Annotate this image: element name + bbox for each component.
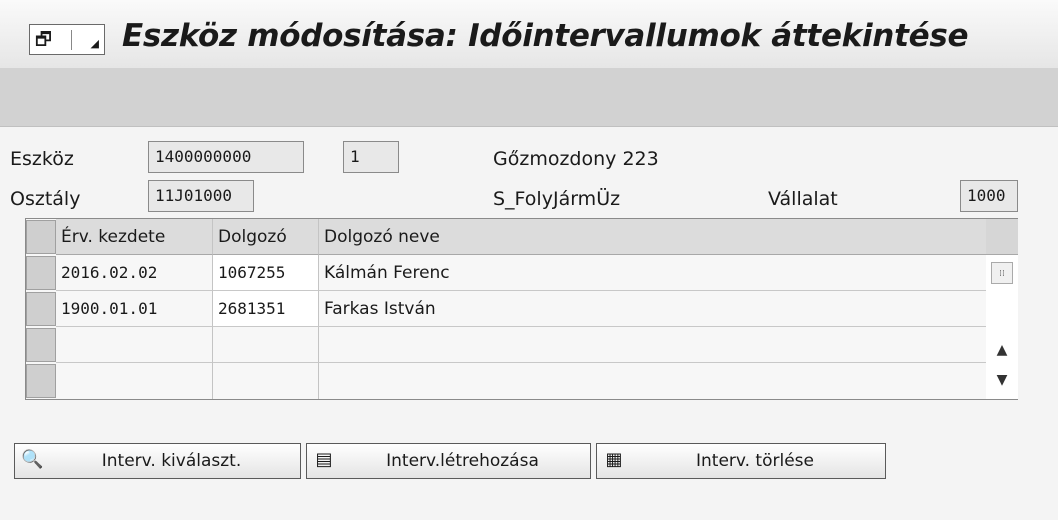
worker-cell (213, 363, 319, 399)
select-interval-label: Interv. kiválaszt. (101, 451, 242, 471)
create-interval-label: Interv.létrehozása (386, 451, 539, 471)
page-title: Eszköz módosítása: Időintervallumok átte… (122, 18, 969, 54)
sap-menu-icon: 🗗 (35, 28, 52, 50)
column-header-worker-name[interactable]: Dolgozó neve (319, 219, 986, 255)
title-bar: 🗗 ◢ Eszköz módosítása: Időintervallumok … (0, 0, 1058, 68)
worker-cell (213, 327, 319, 363)
scroll-up-icon[interactable]: ▲ (986, 339, 1018, 361)
system-menu-button[interactable]: 🗗 ◢ (29, 24, 105, 55)
magnifier-icon: 🔍 (21, 449, 44, 470)
company-code-field[interactable]: 1000 (960, 180, 1018, 212)
row-selector[interactable] (26, 256, 56, 290)
worker-name-cell: Farkas István (319, 291, 986, 327)
worker-name-cell: Kálmán Ferenc (319, 255, 986, 291)
column-header-worker[interactable]: Dolgozó (213, 219, 319, 255)
table-header-row: Érv. kezdete Dolgozó Dolgozó neve (26, 219, 986, 255)
row-selector[interactable] (26, 292, 56, 326)
company-label: Vállalat (768, 188, 838, 210)
worker-name-cell (319, 327, 986, 363)
menu-separator (70, 29, 72, 50)
create-icon: ▤ (315, 449, 333, 470)
worker-input[interactable]: 1067255 (213, 255, 319, 291)
asset-label: Eszköz (10, 148, 74, 170)
class-text: S_FolyJármÜz (493, 188, 621, 210)
scroll-down-icon[interactable]: ▼ (986, 369, 1018, 391)
class-label: Osztály (10, 188, 81, 210)
delete-interval-label: Interv. törlése (695, 451, 814, 471)
create-interval-button[interactable]: ▤ Interv.létrehozása (306, 443, 591, 479)
application-toolbar (0, 68, 1058, 127)
asset-number-field[interactable]: 1400000000 (148, 141, 304, 173)
table-row: 1900.01.01 2681351 Farkas István (26, 291, 986, 327)
table-row (26, 363, 986, 399)
asset-subnumber-field[interactable]: 1 (343, 141, 399, 173)
select-interval-button[interactable]: 🔍 Interv. kiválaszt. (14, 443, 301, 479)
table-row (26, 327, 986, 363)
start-date-cell (56, 327, 213, 363)
delete-icon: ▦ (605, 449, 623, 470)
chevron-down-icon: ◢ (90, 37, 99, 50)
row-selector[interactable] (26, 364, 56, 398)
start-date-cell (56, 363, 213, 399)
vertical-scrollbar[interactable]: ⁞⁞ ▲ ▼ (986, 219, 1018, 399)
asset-description: Gőzmozdony 223 (493, 148, 659, 170)
worker-input[interactable]: 2681351 (213, 291, 319, 327)
row-selector[interactable] (26, 328, 56, 362)
start-date-cell: 2016.02.02 (56, 255, 213, 291)
select-all-cell[interactable] (26, 220, 56, 254)
start-date-cell: 1900.01.01 (56, 291, 213, 327)
column-header-start[interactable]: Érv. kezdete (56, 219, 213, 255)
column-settings-header[interactable] (986, 219, 1018, 255)
table-row: 2016.02.02 1067255 Kálmán Ferenc (26, 255, 986, 291)
worker-name-cell (319, 363, 986, 399)
class-field[interactable]: 11J01000 (148, 180, 254, 212)
delete-interval-button[interactable]: ▦ Interv. törlése (596, 443, 886, 479)
table-settings-icon[interactable]: ⁞⁞ (991, 262, 1013, 284)
time-interval-table: Érv. kezdete Dolgozó Dolgozó neve 2016.0… (25, 218, 1018, 400)
